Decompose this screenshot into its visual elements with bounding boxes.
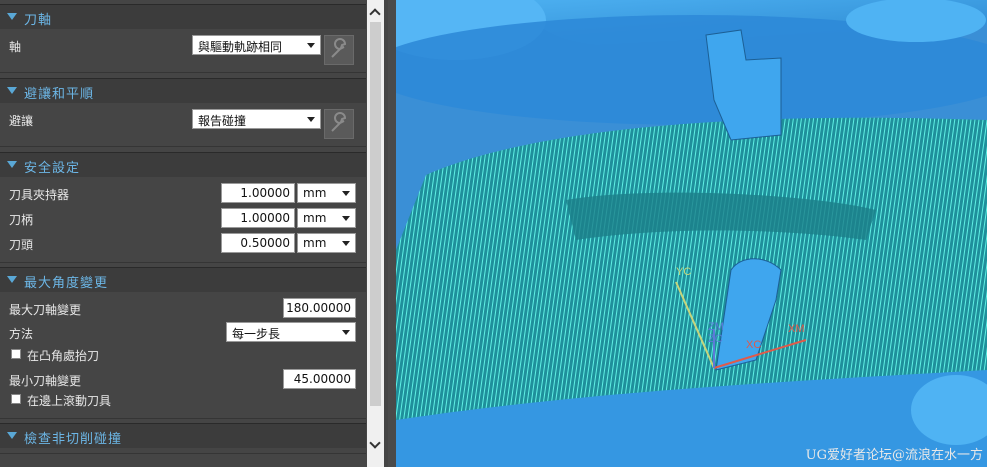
- holder-clearance-input[interactable]: 1.00000: [221, 183, 295, 203]
- unit-value: mm: [303, 211, 327, 225]
- avoid-settings-wrench-button[interactable]: [324, 109, 354, 139]
- tool-head-label: 刀頭: [9, 238, 34, 252]
- unit-value: mm: [303, 186, 327, 200]
- zm-axis-label: ZM: [708, 321, 724, 333]
- tool-head-unit-dropdown[interactable]: mm: [297, 233, 356, 253]
- section-title: 最大角度變更: [24, 276, 109, 291]
- lift-at-convex-checkbox[interactable]: [11, 349, 21, 359]
- min-axis-change-label: 最小刀軸變更: [9, 374, 82, 388]
- section-title: 安全設定: [24, 161, 81, 176]
- yc-axis-label: YC: [676, 266, 691, 278]
- axis-label: 軸: [9, 40, 22, 54]
- chevron-down-icon: [369, 437, 381, 449]
- section-avoid-smooth-header[interactable]: 避讓和平順: [0, 78, 366, 103]
- shank-clearance-input[interactable]: 1.00000: [221, 208, 295, 228]
- avoid-dropdown-value: 報告碰撞: [198, 114, 247, 128]
- max-axis-change-input[interactable]: 180.00000: [283, 298, 356, 318]
- method-dropdown-value: 每一步長: [232, 327, 281, 341]
- operation-dialog-panel: 刀軸 軸 與驅動軌跡相同 避讓和平順 避讓 報告碰撞 安全設定 刀具夾持器 1.…: [0, 0, 388, 467]
- panel-content: 刀軸 軸 與驅動軌跡相同 避讓和平順 避讓 報告碰撞 安全設定 刀具夾持器 1.…: [0, 0, 366, 467]
- chevron-up-icon: [369, 8, 381, 20]
- method-label: 方法: [9, 327, 34, 341]
- vertical-scrollbar[interactable]: [367, 0, 384, 467]
- xc-axis-label: XC: [746, 339, 761, 351]
- roll-tool-over-edge-checkbox[interactable]: [11, 394, 21, 404]
- section-title: 避讓和平順: [24, 87, 95, 102]
- axis-dropdown[interactable]: 與驅動軌跡相同: [192, 35, 321, 55]
- scroll-up-button[interactable]: [367, 3, 384, 20]
- max-axis-change-label: 最大刀軸變更: [9, 303, 82, 317]
- chevron-down-icon: [342, 330, 350, 335]
- unit-value: mm: [303, 236, 327, 250]
- scroll-thumb[interactable]: [370, 22, 381, 406]
- collapse-triangle-icon[interactable]: [7, 87, 17, 94]
- shank-unit-dropdown[interactable]: mm: [297, 208, 356, 228]
- method-dropdown[interactable]: 每一步長: [226, 322, 356, 342]
- avoid-label: 避讓: [9, 114, 34, 128]
- collapse-triangle-icon[interactable]: [7, 276, 17, 283]
- section-safety-header[interactable]: 安全設定: [0, 152, 366, 177]
- zc-axis-label: ZC: [708, 333, 723, 345]
- scroll-down-button[interactable]: [367, 436, 384, 453]
- wrench-icon: [331, 112, 347, 132]
- graphics-viewport[interactable]: YC ZM ZC XC XM UG爱好者论坛@流浪在水一方: [396, 0, 987, 467]
- shank-label: 刀柄: [9, 213, 34, 227]
- holder-unit-dropdown[interactable]: mm: [297, 183, 356, 203]
- lift-at-convex-label: 在凸角處抬刀: [27, 349, 100, 363]
- axis-dropdown-value: 與驅動軌跡相同: [198, 40, 283, 54]
- holder-label: 刀具夾持器: [9, 188, 70, 202]
- section-title: 檢查非切削碰撞: [24, 432, 123, 447]
- roll-tool-over-edge-label: 在邊上滾動刀具: [27, 394, 112, 408]
- avoid-dropdown[interactable]: 報告碰撞: [192, 109, 321, 129]
- xm-axis-label: XM: [788, 323, 805, 335]
- collapse-triangle-icon[interactable]: [7, 161, 17, 168]
- collapse-triangle-icon[interactable]: [7, 13, 17, 20]
- section-title: 刀軸: [24, 13, 53, 28]
- min-axis-change-input[interactable]: 45.00000: [283, 369, 356, 389]
- chevron-down-icon: [342, 216, 350, 221]
- cam-model-render: YC ZM ZC XC XM: [396, 0, 987, 467]
- section-check-noncut-header[interactable]: 檢查非切削碰撞: [0, 423, 366, 448]
- wrench-icon: [331, 38, 347, 58]
- chevron-down-icon: [342, 191, 350, 196]
- section-tool-axis-header[interactable]: 刀軸: [0, 4, 366, 29]
- chevron-down-icon: [307, 43, 315, 48]
- axis-settings-wrench-button[interactable]: [324, 35, 354, 65]
- forum-watermark: UG爱好者论坛@流浪在水一方: [805, 448, 983, 463]
- panel-splitter[interactable]: [388, 0, 396, 467]
- chevron-down-icon: [342, 241, 350, 246]
- section-max-angle-header[interactable]: 最大角度變更: [0, 267, 366, 292]
- collapse-triangle-icon[interactable]: [7, 432, 17, 439]
- tool-head-clearance-input[interactable]: 0.50000: [221, 233, 295, 253]
- chevron-down-icon: [307, 117, 315, 122]
